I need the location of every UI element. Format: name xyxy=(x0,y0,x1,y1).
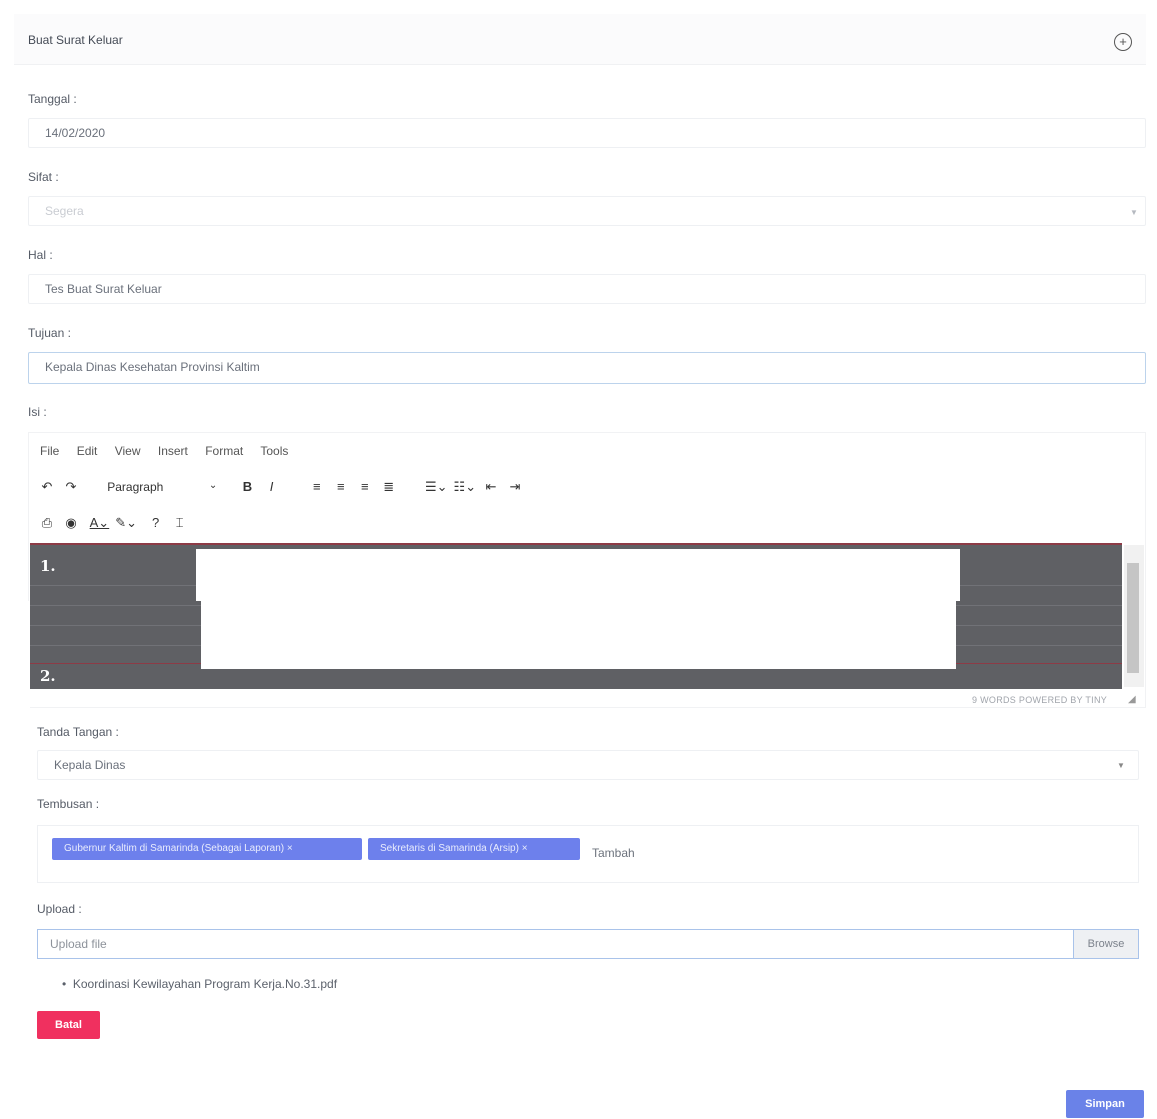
chevron-down-icon: ▼ xyxy=(1130,208,1138,217)
help-icon[interactable]: ? xyxy=(147,515,165,530)
tujuan-label: Tujuan : xyxy=(28,326,71,340)
tanggal-label: Tanggal : xyxy=(28,92,77,106)
editor-content-area[interactable]: 1. 2. xyxy=(30,543,1122,689)
sifat-select[interactable]: Segera xyxy=(28,196,1146,226)
menu-view[interactable]: View xyxy=(115,444,141,458)
tag-label: Sekretaris di Samarinda (Arsip) xyxy=(380,843,519,854)
list-marker-2: 2. xyxy=(40,667,56,685)
uploaded-file-item: • Koordinasi Kewilayahan Program Kerja.N… xyxy=(62,977,337,991)
block-format-value: Paragraph xyxy=(107,480,164,494)
uploaded-file-name: Koordinasi Kewilayahan Program Kerja.No.… xyxy=(72,977,338,991)
print-icon[interactable]: ⎙ xyxy=(38,515,56,531)
scrollbar-thumb[interactable] xyxy=(1127,563,1139,673)
tanda-tangan-value: Kepala Dinas xyxy=(54,758,126,772)
editor-toolbar-row-1: ↶ ↷ Paragraph ⌄ BI ≡ ≡ ≡ ≣ ☰⌄ ☷⌄ ⇤ ⇥ xyxy=(38,479,530,495)
menu-tools[interactable]: Tools xyxy=(260,444,288,458)
list-marker-1: 1. xyxy=(40,557,56,575)
redacted-block xyxy=(196,549,960,601)
italic-button[interactable]: I xyxy=(263,479,281,494)
card-header xyxy=(14,14,1146,65)
menu-edit[interactable]: Edit xyxy=(77,444,98,458)
upload-file-input[interactable]: Upload file xyxy=(37,929,1073,959)
tembusan-label: Tembusan : xyxy=(37,797,100,811)
block-format-select[interactable]: Paragraph ⌄ xyxy=(107,480,217,494)
align-right-icon[interactable]: ≡ xyxy=(356,479,374,494)
browse-button[interactable]: Browse xyxy=(1073,929,1139,959)
chevron-down-icon: ▼ xyxy=(1117,761,1125,770)
page-break-icon[interactable]: ⌶ xyxy=(171,515,189,531)
simpan-button[interactable]: Simpan xyxy=(1066,1090,1144,1118)
bullet-list-icon[interactable]: ☰⌄ xyxy=(425,479,448,495)
align-left-icon[interactable]: ≡ xyxy=(308,479,326,494)
collapse-plus-icon[interactable]: + xyxy=(1114,33,1132,51)
menu-insert[interactable]: Insert xyxy=(158,444,188,458)
undo-icon[interactable]: ↶ xyxy=(38,479,56,495)
card-title: Buat Surat Keluar xyxy=(28,33,123,47)
hal-input[interactable]: Tes Buat Surat Keluar xyxy=(28,274,1146,304)
menu-file[interactable]: File xyxy=(40,444,59,458)
highlight-color-icon[interactable]: ✎⌄ xyxy=(115,515,137,531)
align-center-icon[interactable]: ≡ xyxy=(332,479,350,494)
tujuan-input[interactable]: Kepala Dinas Kesehatan Provinsi Kaltim xyxy=(28,352,1146,384)
sifat-label: Sifat : xyxy=(28,170,59,184)
tag-label: Gubernur Kaltim di Samarinda (Sebagai La… xyxy=(64,843,285,854)
cropped-margin xyxy=(0,601,30,719)
align-justify-icon[interactable]: ≣ xyxy=(380,479,398,495)
tanda-tangan-select[interactable]: Kepala Dinas xyxy=(37,750,1139,780)
batal-button[interactable]: Batal xyxy=(37,1011,100,1039)
tembusan-tag: Sekretaris di Samarinda (Arsip) × xyxy=(368,838,580,860)
editor-menubar: File Edit View Insert Format Tools xyxy=(40,444,302,458)
bold-button[interactable]: B xyxy=(239,479,257,494)
tanda-tangan-label: Tanda Tangan : xyxy=(37,725,119,739)
menu-format[interactable]: Format xyxy=(205,444,243,458)
isi-label: Isi : xyxy=(28,405,47,419)
bullet-icon: • xyxy=(62,977,73,991)
remove-tag-icon[interactable]: × xyxy=(522,843,528,854)
redacted-block xyxy=(201,599,956,669)
numbered-list-icon[interactable]: ☷⌄ xyxy=(454,479,477,495)
upload-label: Upload : xyxy=(37,902,82,916)
editor-toolbar-row-2: ⎙ ◉ A⌄ ✎⌄ ? ⌶ xyxy=(38,515,195,531)
tembusan-add-input[interactable]: Tambah xyxy=(592,846,635,860)
chevron-down-icon: ⌄ xyxy=(208,480,218,491)
tanggal-input[interactable]: 14/02/2020 xyxy=(28,118,1146,148)
redo-icon[interactable]: ↷ xyxy=(62,479,80,495)
resize-handle-icon[interactable]: ◢ xyxy=(1128,694,1136,705)
preview-eye-icon[interactable]: ◉ xyxy=(62,515,80,531)
editor-statusbar: 9 WORDS POWERED BY TINY xyxy=(972,695,1108,705)
sifat-placeholder: Segera xyxy=(45,204,84,218)
text-color-icon[interactable]: A⌄ xyxy=(90,515,110,531)
indent-icon[interactable]: ⇥ xyxy=(506,479,524,495)
remove-tag-icon[interactable]: × xyxy=(287,843,293,854)
hal-label: Hal : xyxy=(28,248,53,262)
tembusan-tag: Gubernur Kaltim di Samarinda (Sebagai La… xyxy=(52,838,362,860)
outdent-icon[interactable]: ⇤ xyxy=(482,479,500,495)
